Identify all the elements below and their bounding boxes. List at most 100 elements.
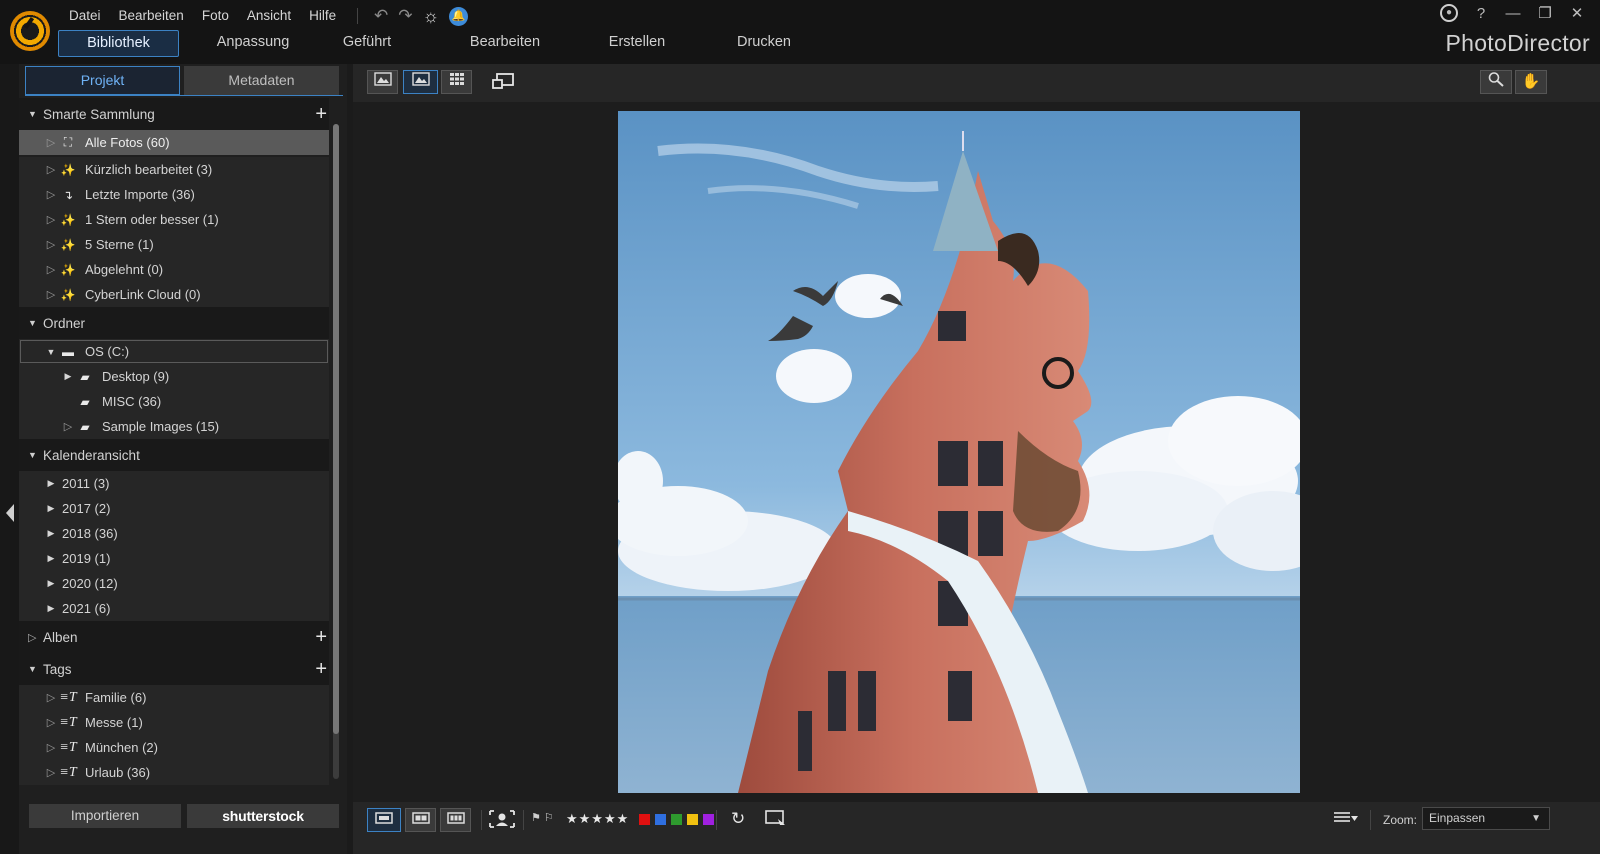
expand-triangle-icon[interactable]: ▷ <box>61 420 75 433</box>
expand-triangle-icon[interactable]: ▷ <box>44 741 58 754</box>
color-label-red[interactable] <box>639 814 650 825</box>
expand-triangle-icon[interactable]: ▷ <box>44 766 58 779</box>
smart-item-cyberlink-cloud[interactable]: ▷ ✨ CyberLink Cloud (0) <box>19 282 329 307</box>
expand-triangle-icon[interactable]: ▶ <box>44 478 58 489</box>
expand-triangle-icon[interactable]: ▶ <box>44 528 58 539</box>
smart-item-rejected[interactable]: ▷ ✨ Abgelehnt (0) <box>19 257 329 282</box>
menu-hilfe[interactable]: Hilfe <box>300 6 345 26</box>
module-tab-gefuehrt[interactable]: Geführt <box>317 30 417 57</box>
second-monitor-icon[interactable] <box>491 72 515 95</box>
menu-ansicht[interactable]: Ansicht <box>238 6 300 26</box>
close-icon[interactable]: ✕ <box>1568 4 1586 22</box>
panel-collapse-strip[interactable] <box>0 64 19 854</box>
calendar-year-2011[interactable]: ▶ 2011 (3) <box>19 471 329 496</box>
flag-icon[interactable]: ⚑ ⚐ <box>531 811 554 824</box>
section-albums[interactable]: ▷ Alben + <box>19 621 329 653</box>
dual-display-button[interactable] <box>405 808 436 832</box>
add-tag-icon[interactable]: + <box>315 659 327 679</box>
expand-triangle-icon[interactable]: ▷ <box>44 238 58 251</box>
color-label-green[interactable] <box>671 814 682 825</box>
smart-item-recently-edited[interactable]: ▷ ✨ Kürzlich bearbeitet (3) <box>19 157 329 182</box>
photo-canvas[interactable] <box>353 102 1600 802</box>
expand-triangle-icon[interactable]: ▷ <box>44 263 58 276</box>
calendar-year-2020[interactable]: ▶ 2020 (12) <box>19 571 329 596</box>
zoom-select[interactable]: Einpassen <box>1422 807 1550 830</box>
help-icon[interactable]: ? <box>1472 5 1490 22</box>
sort-menu-icon[interactable] <box>1333 810 1359 829</box>
restore-icon[interactable]: ❐ <box>1536 4 1554 22</box>
expand-triangle-icon[interactable]: ▷ <box>28 631 43 644</box>
calendar-year-2017[interactable]: ▶ 2017 (2) <box>19 496 329 521</box>
star-rating[interactable]: ★★★★★ <box>566 811 629 827</box>
section-smart-collection[interactable]: ▼ Smarte Sammlung + <box>19 98 329 130</box>
user-account-icon[interactable]: ● <box>1440 4 1458 22</box>
expand-triangle-icon[interactable]: ▷ <box>44 163 58 176</box>
section-calendar[interactable]: ▼ Kalenderansicht <box>19 439 329 471</box>
tab-metadaten[interactable]: Metadaten <box>184 66 339 95</box>
folder-sample-images[interactable]: ▷ ▰ Sample Images (15) <box>19 414 329 439</box>
compare-view-button[interactable] <box>367 70 398 94</box>
collapse-triangle-icon[interactable]: ▼ <box>28 318 43 328</box>
shutterstock-button[interactable]: shutterstock <box>187 804 339 828</box>
settings-gear-icon[interactable]: ☼ <box>423 5 440 27</box>
expand-triangle-icon[interactable]: ▶ <box>44 503 58 514</box>
folder-desktop[interactable]: ▶ ▰ Desktop (9) <box>19 364 329 389</box>
add-album-icon[interactable]: + <box>315 627 327 647</box>
main-photo[interactable] <box>618 111 1300 793</box>
panel-scrollbar-thumb[interactable] <box>333 124 339 734</box>
module-tab-bibliothek[interactable]: Bibliothek <box>58 30 179 57</box>
tab-projekt[interactable]: Projekt <box>25 66 180 95</box>
section-tags[interactable]: ▼ Tags + <box>19 653 329 685</box>
multi-display-button[interactable] <box>440 808 471 832</box>
folder-misc[interactable]: ▰ MISC (36) <box>19 389 329 414</box>
collapse-triangle-icon[interactable]: ▼ <box>28 664 43 674</box>
hand-tool-button[interactable]: ✋ <box>1515 70 1547 94</box>
minimize-icon[interactable]: — <box>1504 5 1522 22</box>
collapse-arrow-icon[interactable] <box>6 504 14 522</box>
color-label-purple[interactable] <box>703 814 714 825</box>
single-view-button[interactable] <box>403 70 438 94</box>
expand-triangle-icon[interactable]: ▷ <box>44 188 58 201</box>
smart-item-all-photos[interactable]: ▷ ⛶ Alle Fotos (60) <box>19 130 329 155</box>
zoom-tool-button[interactable] <box>1480 70 1512 94</box>
redo-icon[interactable]: ↷ <box>398 5 412 27</box>
calendar-year-2021[interactable]: ▶ 2021 (6) <box>19 596 329 621</box>
module-tab-bearbeiten[interactable]: Bearbeiten <box>435 30 575 57</box>
expand-triangle-icon[interactable]: ▷ <box>44 691 58 704</box>
rotate-icon[interactable]: ↻ <box>731 809 745 829</box>
menu-foto[interactable]: Foto <box>193 6 238 26</box>
undo-icon[interactable]: ↶ <box>374 5 388 27</box>
expand-triangle-icon[interactable]: ▷ <box>44 716 58 729</box>
expand-triangle-icon[interactable]: ▷ <box>44 288 58 301</box>
smart-item-five-stars[interactable]: ▷ ✨ 5 Sterne (1) <box>19 232 329 257</box>
smart-item-last-imports[interactable]: ▷ ↴ Letzte Importe (36) <box>19 182 329 207</box>
add-smart-collection-icon[interactable]: + <box>315 104 327 124</box>
tag-messe[interactable]: ▷ ≡T Messe (1) <box>19 710 329 735</box>
module-tab-anpassung[interactable]: Anpassung <box>189 30 317 57</box>
calendar-year-2018[interactable]: ▶ 2018 (36) <box>19 521 329 546</box>
single-display-button[interactable] <box>367 808 401 832</box>
expand-triangle-icon[interactable]: ▶ <box>44 578 58 589</box>
notification-bell-icon[interactable]: 🔔 <box>449 6 468 26</box>
slideshow-icon[interactable] <box>765 810 787 831</box>
color-label-yellow[interactable] <box>687 814 698 825</box>
tag-urlaub[interactable]: ▷ ≡T Urlaub (36) <box>19 760 329 785</box>
expand-triangle-icon[interactable]: ▷ <box>44 213 58 226</box>
expand-triangle-icon[interactable]: ▶ <box>61 371 75 382</box>
collapse-triangle-icon[interactable]: ▼ <box>44 347 58 357</box>
tag-muenchen[interactable]: ▷ ≡T München (2) <box>19 735 329 760</box>
tag-familie[interactable]: ▷ ≡T Familie (6) <box>19 685 329 710</box>
smart-item-one-star[interactable]: ▷ ✨ 1 Stern oder besser (1) <box>19 207 329 232</box>
section-folders[interactable]: ▼ Ordner <box>19 307 329 339</box>
grid-view-button[interactable] <box>441 70 472 94</box>
import-button[interactable]: Importieren <box>29 804 181 828</box>
expand-triangle-icon[interactable]: ▶ <box>44 603 58 614</box>
expand-triangle-icon[interactable]: ▷ <box>44 136 58 149</box>
menu-datei[interactable]: Datei <box>60 6 110 26</box>
module-tab-erstellen[interactable]: Erstellen <box>587 30 687 57</box>
menu-bearbeiten[interactable]: Bearbeiten <box>110 6 193 26</box>
module-tab-drucken[interactable]: Drucken <box>714 30 814 57</box>
expand-triangle-icon[interactable]: ▶ <box>44 553 58 564</box>
collapse-triangle-icon[interactable]: ▼ <box>28 450 43 460</box>
folder-drive-c[interactable]: ▼ ▬ OS (C:) <box>19 339 329 364</box>
